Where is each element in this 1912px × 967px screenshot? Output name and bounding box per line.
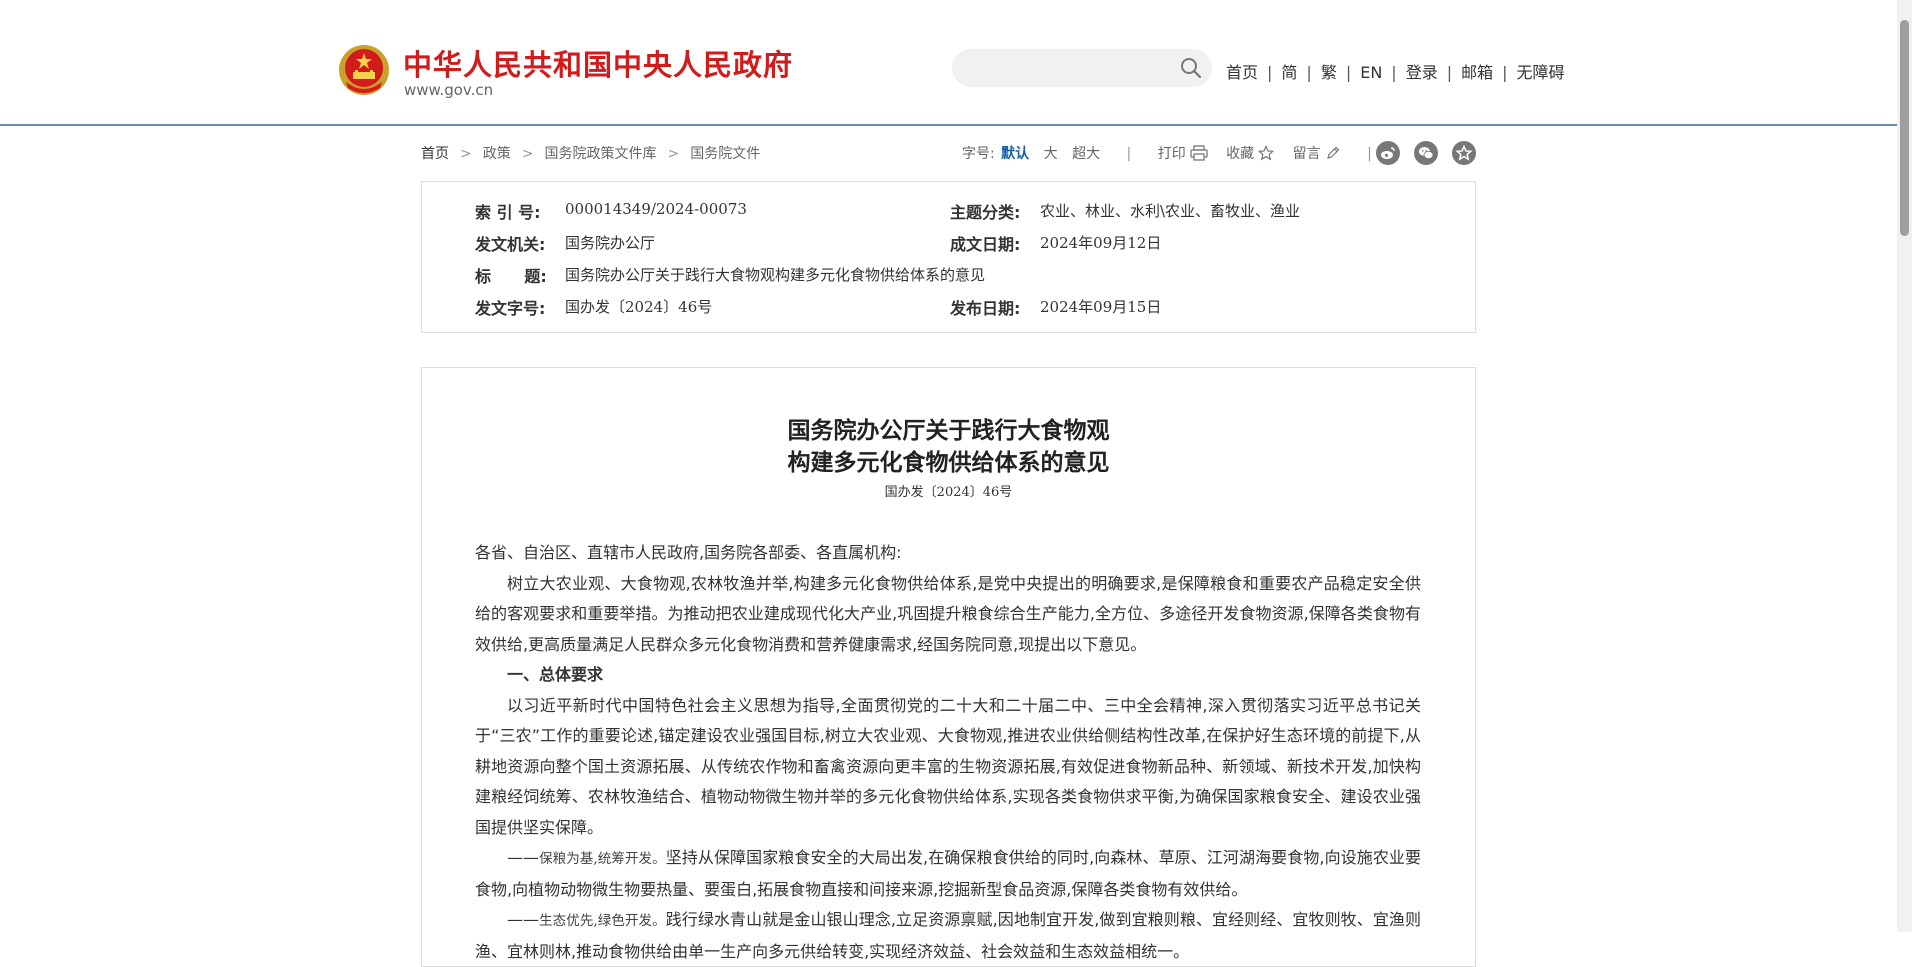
paragraph: 以习近平新时代中国特色社会主义思想为指导,全面贯彻党的二十大和二十届二中、三中全… [475,695,1421,837]
breadcrumb-state-council-docs[interactable]: 国务院文件 [690,146,760,162]
fontsize-label: 字号: [962,146,995,162]
topnav-home[interactable]: 首页 [1226,63,1258,82]
article-title-line1: 国务院办公厅关于践行大食物观 [787,417,1110,444]
topnav-login[interactable]: 登录 [1406,63,1438,82]
topnav-accessibility[interactable]: 无障碍 [1517,63,1565,82]
search-icon[interactable] [1180,57,1202,79]
dash-prefix: —— [507,910,539,929]
article-body: 国务院办公厅关于践行大食物观 构建多元化食物供给体系的意见 国办发〔2024〕4… [421,367,1476,967]
article-text: 各省、自治区、直辖市人民政府,国务院各部委、各直属机构: 树立大农业观、大食物观… [475,538,1421,967]
wechat-share-button[interactable] [1414,141,1438,165]
paragraph: 树立大农业观、大食物观,农林牧渔并举,构建多元化食物供给体系,是党中央提出的明确… [475,573,1421,654]
index-number-label: 索 引 号: [475,203,541,222]
print-label: 打印 [1157,146,1186,162]
star-outline-icon [1257,145,1275,161]
topnav-simplified[interactable]: 简 [1281,63,1297,82]
document-number-value: 国办发〔2024〕46号 [565,298,713,316]
published-date-label: 发布日期: [950,299,1021,318]
topnav-traditional[interactable]: 繁 [1321,63,1337,82]
favorite-label: 收藏 [1226,146,1255,162]
search-input[interactable] [970,57,1164,81]
nav-separator: | [1502,63,1508,82]
article-title-line2: 构建多元化食物供给体系的意见 [787,449,1110,476]
chevron-right-icon: > [521,146,534,162]
scrollbar[interactable] [1897,0,1912,932]
section-heading: 一、总体要求 [507,665,604,684]
comment-button[interactable]: 留言 [1293,146,1341,162]
topnav-mail[interactable]: 邮箱 [1461,63,1493,82]
breadcrumb: 首页 > 政策 > 国务院政策文件库 > 国务院文件 [421,143,760,163]
site-url[interactable]: www.gov.cn [404,81,493,99]
favorite-star-icon [1456,145,1472,161]
published-date-value: 2024年09月15日 [1040,298,1162,316]
title-value: 国务院办公厅关于践行大食物观构建多元化食物供给体系的意见 [565,266,986,284]
nav-separator: | [1446,63,1453,82]
printer-icon [1190,145,1208,161]
article-doc-number: 国办发〔2024〕46号 [884,485,1013,500]
nav-separator: | [1391,63,1397,82]
toolbar-divider: | [1126,146,1132,162]
fontsize-large-option[interactable]: 大 [1044,146,1058,162]
dash-prefix: —— [507,848,539,867]
document-metadata: 索 引 号: 000014349/2024-00073 主题分类: 农业、林业、… [421,181,1476,333]
subject-category-value: 农业、林业、水利\农业、畜牧业、渔业 [1040,202,1301,220]
subject-category-label: 主题分类: [950,203,1021,222]
principle-emphasis: 保粮为基,统筹开发。 [539,851,666,867]
nav-separator: | [1306,63,1312,82]
fontsize-default-option[interactable]: 默认 [1001,146,1029,162]
breadcrumb-policy[interactable]: 政策 [483,146,511,162]
title-label: 标 题: [475,267,547,286]
comment-label: 留言 [1292,146,1321,162]
principle-emphasis: 生态优先,绿色开发。 [539,913,666,929]
national-emblem-icon[interactable] [338,44,390,96]
site-name[interactable]: 中华人民共和国中央人民政府 [403,42,793,84]
topnav-english[interactable]: EN [1360,63,1382,82]
breadcrumb-home[interactable]: 首页 [421,146,449,162]
fontsize-xlarge-option[interactable]: 超大 [1072,146,1100,162]
issuing-authority-label: 发文机关: [475,235,546,254]
nav-separator: | [1345,63,1352,82]
search-box[interactable] [952,49,1212,87]
written-date-label: 成文日期: [950,235,1021,254]
favorite-button[interactable]: 收藏 [1226,145,1275,162]
print-button[interactable]: 打印 [1157,145,1208,162]
document-number-label: 发文字号: [475,299,546,318]
weibo-share-button[interactable] [1376,141,1400,165]
nav-separator: | [1267,63,1273,82]
index-number-value: 000014349/2024-00073 [565,200,747,218]
weibo-icon [1381,147,1395,159]
scrollbar-thumb[interactable] [1900,20,1909,236]
pencil-icon [1326,146,1339,159]
issuing-authority-value: 国务院办公厅 [565,234,656,252]
wechat-icon [1419,147,1434,159]
site-header: 中华人民共和国中央人民政府 www.gov.cn 首页 | 简 | 繁 | EN | 登录 | 邮箱… [0,0,1897,126]
principle-paragraph: ——生态优先,绿色开发。践行绿水青山就是金山银山理念,立足资源禀赋,因地制宜开发… [475,905,1421,967]
principle-paragraph: ——保粮为基,统筹开发。坚持从保障国家粮食安全的大局出发,在确保粮食供给的同时,… [475,843,1421,905]
collect-share-button[interactable] [1452,141,1476,165]
chevron-right-icon: > [460,146,472,162]
salutation: 各省、自治区、直辖市人民政府,国务院各部委、各直属机构: [475,543,902,562]
chevron-right-icon: > [667,146,680,162]
toolbar-divider: | [1367,146,1372,162]
article-toolbar: 字号: 默认 大 超大 | 打印 收藏 留言 | [962,143,1394,163]
breadcrumb-policy-library[interactable]: 国务院政策文件库 [544,146,656,162]
top-nav: 首页 | 简 | 繁 | EN | 登录 | 邮箱 | 无障碍 [1226,59,1565,83]
written-date-value: 2024年09月12日 [1040,234,1162,252]
